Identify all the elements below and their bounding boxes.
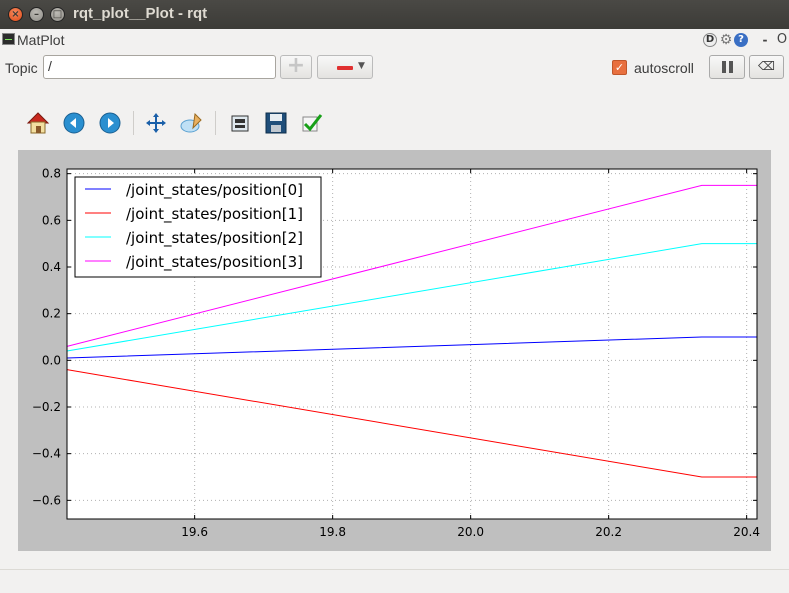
remove-topic-button[interactable]: ▼	[317, 55, 373, 79]
title-bar: × – □ rqt_plot__Plot - rqt	[0, 0, 789, 29]
zoom-icon[interactable]	[178, 109, 206, 137]
y-tick-label: 0.0	[42, 353, 61, 367]
topic-input[interactable]: /	[43, 55, 276, 79]
plus-icon: +	[286, 53, 306, 78]
line-chart: 19.6 19.8 20.0 20.2 20.4 0.8 0.6 0.4 0.2 0.0 −0.2 −…	[32, 167, 760, 539]
toolbar-separator	[133, 111, 134, 135]
back-icon[interactable]	[60, 109, 88, 137]
x-tick-label: 20.2	[595, 525, 622, 539]
plugin-header: MatPlot D ⚙ ? - O	[0, 30, 789, 52]
toolbar-separator	[215, 111, 216, 135]
y-tick-label: 0.6	[42, 213, 61, 227]
autoscroll-checkbox[interactable]: ✓	[612, 60, 627, 75]
legend-label-3: /joint_states/position[3]	[126, 253, 303, 272]
subplots-icon[interactable]	[226, 109, 254, 137]
topic-label: Topic	[5, 60, 38, 76]
maximize-window-button[interactable]: □	[50, 7, 65, 22]
gear-icon[interactable]: ⚙	[719, 33, 733, 47]
y-tick-label: 0.2	[42, 307, 61, 321]
minimize-window-button[interactable]: –	[29, 7, 44, 22]
plugin-title: MatPlot	[17, 32, 65, 48]
minimize-plugin-button[interactable]: -	[758, 33, 772, 47]
chevron-down-icon: ▼	[358, 61, 365, 71]
home-icon[interactable]	[24, 109, 52, 137]
pan-icon[interactable]	[142, 109, 170, 137]
y-tick-label: −0.2	[32, 400, 61, 414]
matplot-icon	[2, 33, 15, 45]
close-window-button[interactable]: ×	[8, 7, 23, 22]
pause-icon	[722, 61, 726, 73]
x-tick-label: 19.6	[181, 525, 208, 539]
autoscroll-label: autoscroll	[634, 60, 694, 76]
dock-button[interactable]: D	[703, 33, 717, 47]
pause-button[interactable]	[709, 55, 745, 79]
legend-label-1: /joint_states/position[1]	[126, 205, 303, 224]
topic-row: Topic / + ▼ ✓ autoscroll ⌫	[0, 53, 789, 83]
edit-icon[interactable]	[298, 109, 326, 137]
y-tick-label: −0.6	[32, 493, 61, 507]
legend-label-2: /joint_states/position[2]	[126, 229, 303, 248]
help-icon[interactable]: ?	[734, 33, 748, 47]
legend-label-0: /joint_states/position[0]	[126, 181, 303, 200]
close-plugin-button[interactable]: O	[775, 33, 789, 47]
plot-toolbar	[0, 105, 789, 143]
y-tick-label: 0.4	[42, 260, 61, 274]
x-tick-label: 20.4	[733, 525, 760, 539]
x-tick-label: 19.8	[319, 525, 346, 539]
minus-icon	[337, 66, 353, 70]
clear-icon: ⌫	[758, 59, 775, 73]
add-topic-button[interactable]: +	[280, 55, 312, 79]
y-tick-label: 0.8	[42, 167, 61, 181]
clear-button[interactable]: ⌫	[749, 55, 784, 79]
plot-canvas[interactable]: 19.6 19.8 20.0 20.2 20.4 0.8 0.6 0.4 0.2 0.0 −0.2 −…	[18, 150, 771, 551]
save-icon[interactable]	[262, 109, 290, 137]
forward-icon[interactable]	[96, 109, 124, 137]
y-tick-label: −0.4	[32, 447, 61, 461]
x-tick-label: 20.0	[457, 525, 484, 539]
window-title: rqt_plot__Plot - rqt	[73, 5, 208, 22]
status-bar	[0, 569, 789, 593]
